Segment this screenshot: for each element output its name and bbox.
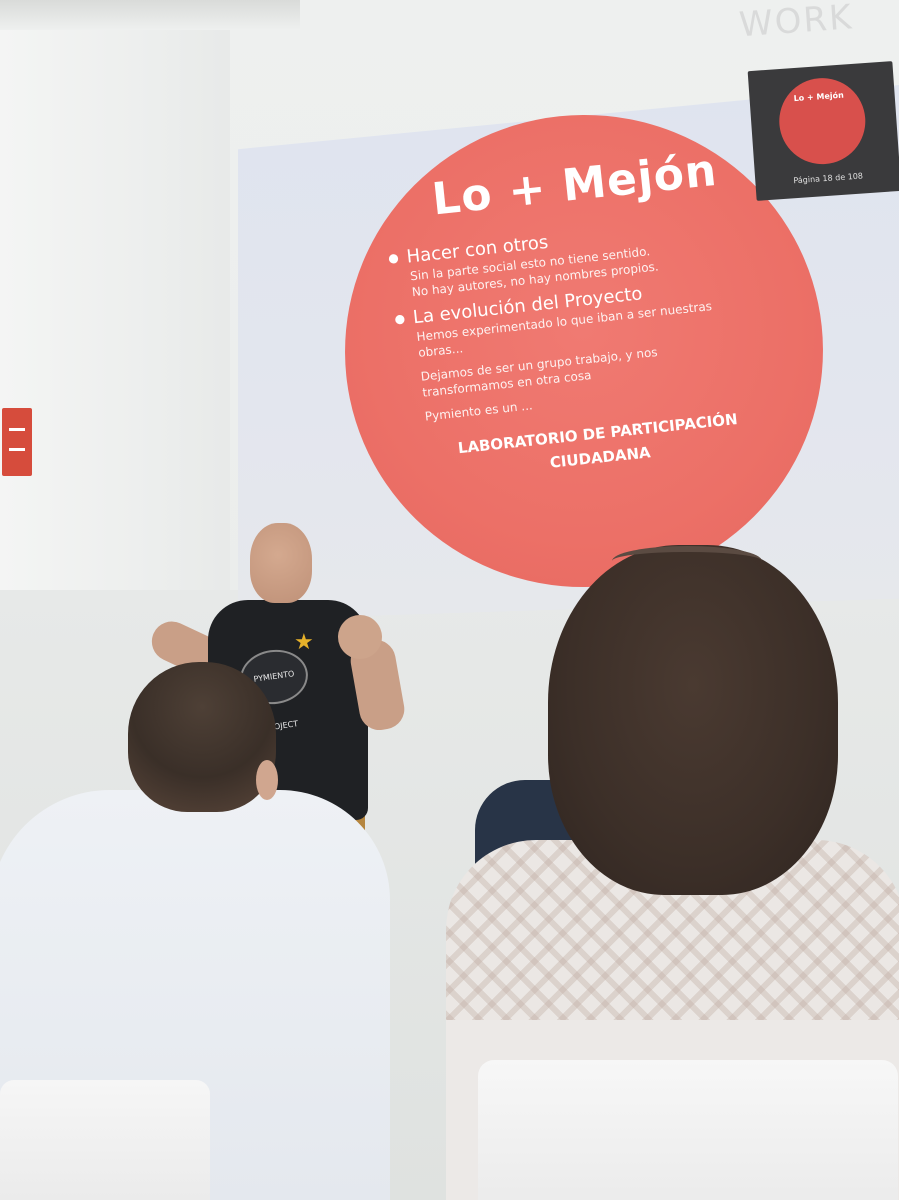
presenter-view-thumbnail: Lo + Mejón Página 18 de 108: [747, 61, 899, 201]
speaker-right-hand: [338, 615, 382, 659]
thumbnail-page-caption: Página 18 de 108: [793, 171, 864, 186]
speaker-head: [250, 523, 312, 603]
chair-right: [478, 1060, 898, 1200]
man-head: [128, 662, 276, 812]
photo-scene: WORK Lo + Mejón Hacer con otros Sin la p…: [0, 0, 899, 1200]
thumbnail-circle: [776, 75, 869, 168]
sunglasses-icon: [612, 546, 762, 576]
star-icon: ★: [294, 630, 314, 655]
ceiling: [0, 0, 300, 30]
emergency-exit-sign: [2, 408, 32, 476]
man-ear: [256, 760, 278, 800]
chair-left: [0, 1080, 210, 1200]
woman-hair: [548, 545, 838, 895]
